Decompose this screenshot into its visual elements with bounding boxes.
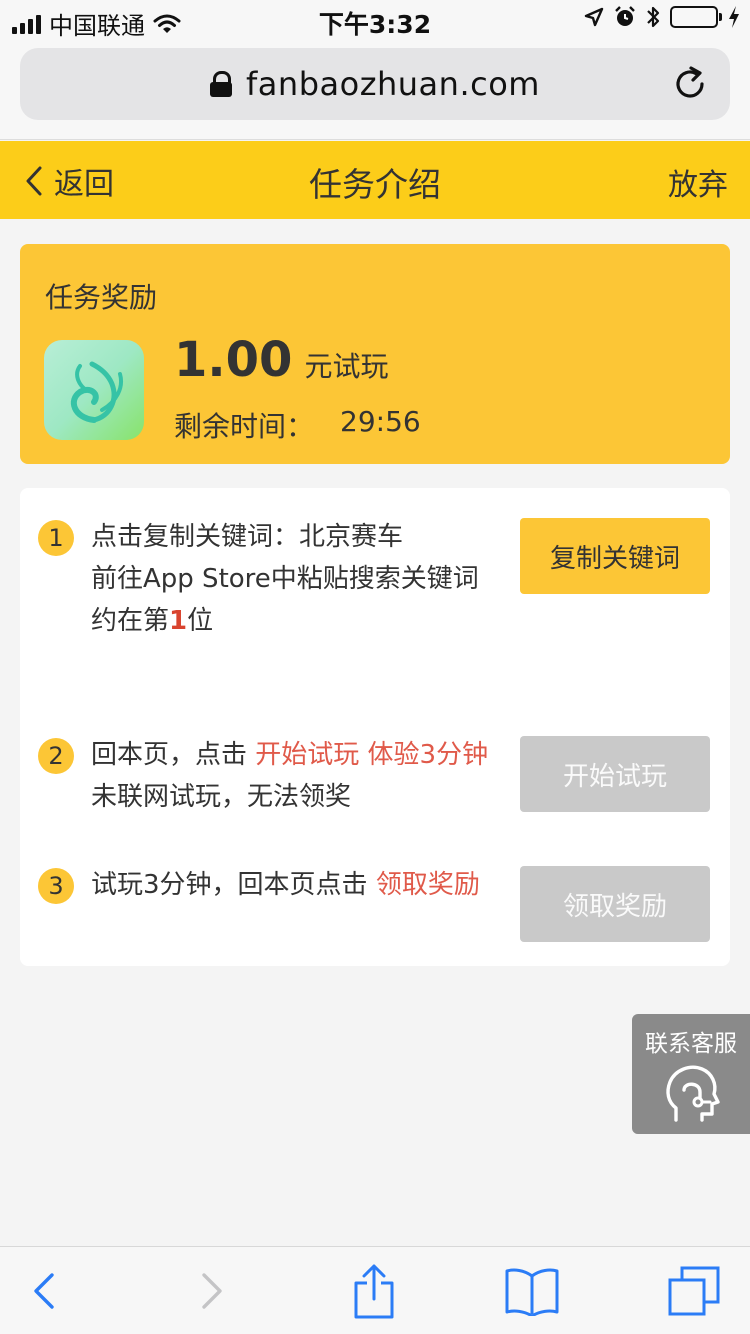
step-2-text: 回本页，点击 开始试玩 体验3分钟 未联网试玩，无法领奖 (91, 734, 488, 818)
app-icon (44, 340, 144, 440)
steps-card: 1 点击复制关键词：北京赛车 前往App Store中粘贴搜索关键词 约在第1位… (20, 488, 730, 966)
alarm-icon (615, 6, 635, 26)
step-1-line-1: 点击复制关键词：北京赛车 (91, 522, 404, 552)
url-field[interactable]: fanbaozhuan.com (20, 48, 730, 120)
browser-toolbar (0, 1246, 750, 1334)
tabs-button[interactable] (664, 1261, 724, 1321)
copy-keyword-button[interactable]: 复制关键词 (520, 518, 710, 594)
step-3-line-1: 试玩3分钟，回本页点击 领取奖励 (91, 864, 480, 906)
swirl-logo-icon (70, 361, 123, 423)
charging-icon (729, 6, 739, 28)
tabs-icon (668, 1266, 720, 1316)
step-number-3: 3 (38, 868, 74, 904)
reward-card: 任务奖励 1.00 元试玩 剩余时间： 29:56 (20, 244, 730, 464)
step-1-line-3: 约在第1位 (91, 600, 479, 642)
step-1-line-2: 前往App Store中粘贴搜索关键词 (91, 564, 479, 594)
reward-amount: 1.00 元试玩 (174, 332, 388, 388)
customer-service-label: 联系客服 (645, 1031, 737, 1057)
step-2-line-1: 回本页，点击 开始试玩 体验3分钟 (91, 734, 488, 776)
remaining-time-label: 剩余时间： (174, 410, 315, 443)
step-1-rank-value: 1 (169, 606, 188, 636)
step-2-prefix: 回本页，点击 (91, 740, 256, 770)
bluetooth-icon (647, 6, 660, 28)
amount-unit: 元试玩 (304, 350, 389, 383)
back-arrow-icon (34, 1273, 54, 1309)
reload-icon[interactable] (670, 64, 710, 104)
step-3-text: 试玩3分钟，回本页点击 领取奖励 (91, 864, 480, 906)
step-number-1: 1 (38, 520, 74, 556)
browser-address-bar: fanbaozhuan.com (0, 40, 750, 140)
step-2-line-2: 未联网试玩，无法领奖 (91, 782, 352, 812)
abandon-button[interactable]: 放弃 (668, 160, 728, 204)
remaining-time: 剩余时间： 29:56 (174, 405, 421, 445)
customer-service-button[interactable]: 联系客服 (632, 1014, 750, 1134)
claim-reward-button[interactable]: 领取奖励 (520, 866, 710, 942)
start-trial-button[interactable]: 开始试玩 (520, 736, 710, 812)
browser-forward-button[interactable] (182, 1261, 242, 1321)
url-text: fanbaozhuan.com (246, 65, 540, 103)
forward-arrow-icon (202, 1273, 222, 1309)
chevron-left-icon (26, 166, 42, 196)
remaining-time-value: 29:56 (340, 405, 421, 438)
page: 中国联通 下午3:32 fanbaozhuan.com 返回 任务介绍 放弃 任… (0, 0, 750, 1334)
status-right (584, 5, 740, 29)
location-icon (584, 7, 604, 27)
back-button[interactable]: 返回 (24, 159, 114, 203)
step-2-highlight: 开始试玩 体验3分钟 (255, 740, 489, 770)
share-button[interactable] (344, 1261, 404, 1321)
step-number-2: 2 (38, 738, 74, 774)
step-3-highlight: 领取奖励 (375, 870, 480, 900)
amount-value: 1.00 (174, 332, 293, 388)
share-icon (354, 1264, 394, 1319)
step-1-rank-suffix: 位 (187, 606, 214, 636)
bookmarks-icon (505, 1268, 559, 1316)
battery-icon (670, 6, 722, 28)
step-1-rank-prefix: 约在第 (91, 606, 170, 636)
nav-header: 返回 任务介绍 放弃 (0, 141, 750, 219)
reward-title: 任务奖励 (45, 281, 158, 314)
status-bar: 中国联通 下午3:32 (0, 0, 750, 40)
lock-icon (210, 71, 233, 97)
browser-back-button[interactable] (14, 1261, 74, 1321)
step-3-prefix: 试玩3分钟，回本页点击 (91, 870, 376, 900)
back-label: 返回 (54, 167, 114, 202)
bookmarks-button[interactable] (502, 1261, 562, 1321)
step-1-text: 点击复制关键词：北京赛车 前往App Store中粘贴搜索关键词 约在第1位 (91, 516, 479, 642)
headset-head-icon (666, 1065, 720, 1122)
